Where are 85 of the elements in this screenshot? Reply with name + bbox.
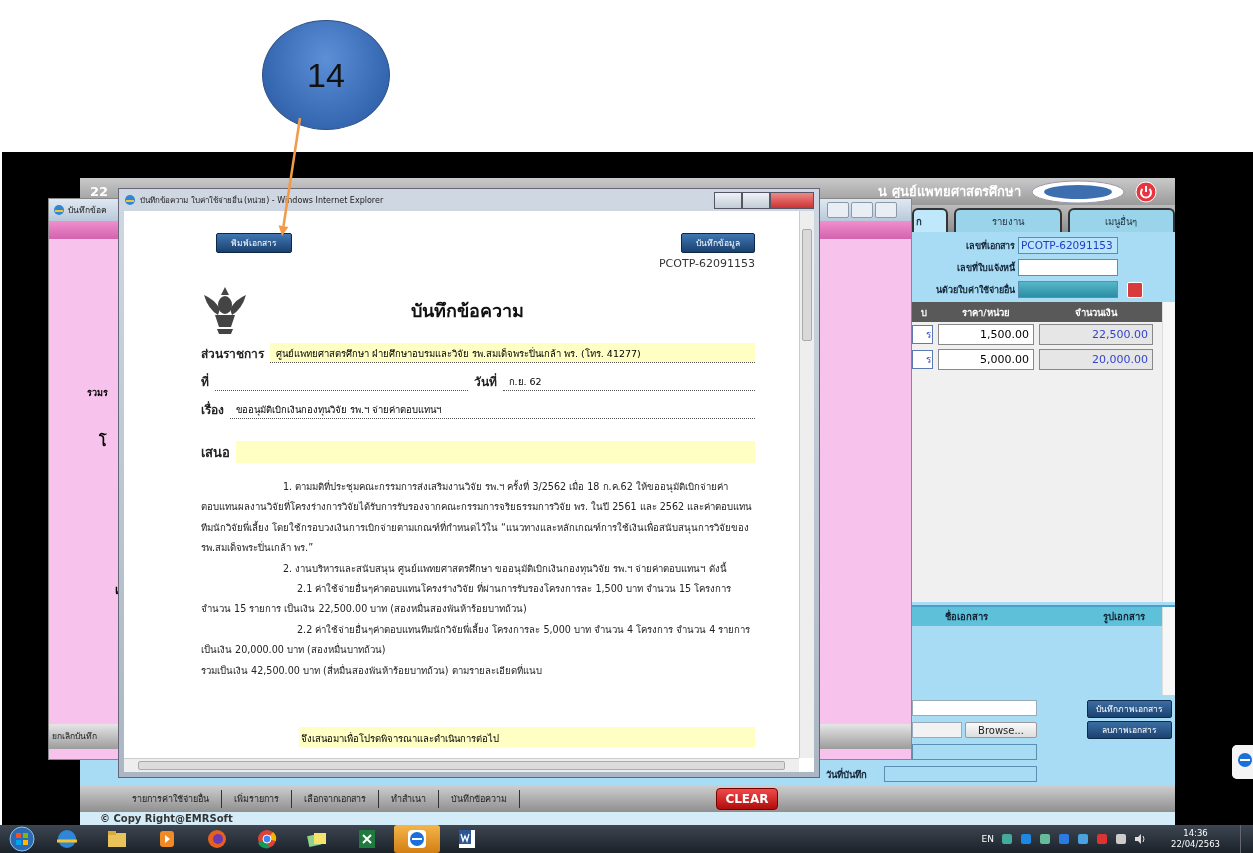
paragraph: 1. ตามมติที่ประชุมคณะกรรมการส่งเสริมงานวิจัย รพ.ฯ ครั้งที่ 3/2562 เมื่อ 18 ก.ค.62 ให้ขออนุมัติเบิกจ่ายค่าตอบแทนผลงานวิจัยที่โครงร่างการวิจัยได้รับการรับรองจากคณะกรรมการจริยธรรมการวิจัย พร. ในปี 2561 และ 2562 และค่าตอบแทนทีมนักวิจัยพี่เลี้ยง โดยใช้กรอบวงเงินการเบิกจ่ายตามเกณฑ์ที่กำหนดไว้ใน “แนวทางและหลักเกณฑ์การใช้เงินเพื่อสนับสนุนการวิจัยของ รพ.สมเด็จพระปิ่นเกล้า พร.” [201,479,754,556]
document-button[interactable]: ลบภาพเอกสาร [1087,721,1172,739]
scrollbar[interactable] [799,211,814,758]
paragraph: รวมเป็นเงิน 42,500.00 บาท (สี่หมื่นสองพันห้าร้อยบาทถ้วน) ตามรายละเอียดที่แนบ [201,663,543,678]
label-text: โ [99,431,107,451]
window-title: น ศูนย์แพทยศาสตรศึกษา [878,183,1021,201]
amount-field: 22,500.00 [1039,324,1153,345]
maximize-button[interactable] [742,191,770,209]
tray-icon[interactable] [1001,833,1013,845]
window-title: 22 [90,184,109,199]
browser-icon [53,204,65,216]
tray-icon[interactable] [1020,833,1032,845]
close-button[interactable] [875,202,897,218]
paragraph: 2.1 ค่าใช้จ่ายอื่นๆค่าตอบแทนโครงร่างวิจัย ที่ผ่านการรับรองโครงการละ 1,500 บาท จำนวน 15 โครงการ จำนวน 15 รายการ เป็นเงิน 22,500.00 บาท (สองหมื่นสองพันห้าร้อยบาทถ้วน) [201,581,733,617]
tray-icon[interactable] [1077,833,1089,845]
field-label: วันที่ [473,372,497,391]
document-button[interactable]: บันทึกภาพเอกสาร [1087,700,1172,718]
field-label: เรื่อง [201,400,224,419]
tray-icon[interactable] [1039,833,1051,845]
column-header: ราคา/หน่วย [961,305,1011,320]
language-indicator[interactable]: EN [981,834,994,844]
lookup-field[interactable] [1018,281,1118,298]
column-header: ชื่อเอกสาร [945,609,988,624]
column-header: รูปเอกสาร [1103,610,1145,624]
tab[interactable]: เมนูอื่นๆ [1067,208,1175,232]
close-button[interactable] [770,191,814,209]
scrollbar[interactable] [124,758,799,772]
text-field[interactable]: ขออนุมัติเบิกเงินกองทุนวิจัย รพ.ฯ จ่ายค่าตอบแทนฯ [230,399,755,419]
date-field[interactable] [884,766,1037,782]
field-label: นด้วยใบค่าใช้จ่ายอื่น [935,282,1015,297]
scrollbar[interactable] [1162,607,1175,695]
volume-icon[interactable] [1134,833,1146,845]
power-icon[interactable] [1135,180,1157,203]
field-label: ที่ [201,372,209,391]
amount-field: 20,000.00 [1039,349,1153,370]
field-label: เสนอ [201,443,231,462]
window-title: บันทึกข้อค [68,204,107,217]
browse-button[interactable]: Browse... [965,722,1037,738]
scrollbar[interactable] [1162,302,1175,602]
minimize-button[interactable] [714,191,742,209]
closing-text: จึงเสนอมาเพื่อโปรดพิจารณาและดำเนินการต่อไป [299,727,755,748]
column-header: บ [919,305,928,320]
clock-time[interactable]: 14:36 [1183,828,1208,839]
column-header: จำนวนเงิน [1074,305,1119,320]
field-label: เลขที่เอกสาร [965,238,1015,253]
paragraph: 2.2 ค่าใช้จ่ายอื่นๆค่าตอบแทนทีมนักวิจัยพี่เลี้ยง โครงการละ 5,000 บาท จำนวน 4 โครงการ จำนวน 4 รายการ เป็นเงิน 20,000.00 บาท (สองหมื่นบาทถ้วน) [201,622,752,658]
input-field[interactable] [912,744,1037,760]
input-field[interactable] [912,700,1037,716]
text-field[interactable]: ก.ย. 62 [502,371,755,391]
remote-control-icon[interactable] [394,825,440,853]
document-number-field[interactable]: PCOTP-62091153 [1018,237,1118,254]
save-button[interactable]: บันทึกข้อมูล [681,233,755,253]
unit-field[interactable]: ร [912,350,933,369]
tab[interactable]: รายงาน [954,208,1062,232]
file-field[interactable] [912,722,962,738]
unit-field[interactable]: ร [912,325,933,344]
print-button[interactable]: พิมพ์เอกสาร [216,233,292,253]
text-field[interactable]: ศูนย์แพทยศาสตรศึกษา ฝ่ายศึกษาอบรมและวิจัย รพ.สมเด็จพระปิ่นเกล้า พร. (โทร. 41277) [270,343,755,363]
price-field[interactable]: 1,500.00 [938,324,1034,345]
bottom-tab[interactable]: รายการค่าใช้จ่ายอื่น [130,789,222,808]
clear-button[interactable]: CLEAR [716,787,778,810]
label-text: รวมร [87,387,108,400]
cancel-button[interactable]: ยกเลิกบันทึก [52,731,97,741]
emblem-drawing [201,285,249,335]
copyright-text: © Copy Right@EMRSoft [80,812,1175,825]
bottom-tab[interactable]: เลือกจากเอกสาร [292,789,379,808]
delete-button[interactable] [1127,281,1143,298]
bottom-tab[interactable]: ทำสำเนา [379,789,439,808]
input-field[interactable] [1018,259,1118,276]
tab[interactable]: ก [912,208,948,232]
start-button[interactable] [8,825,36,853]
document-number: PCOTP-62091153 [657,257,755,270]
field-label: ส่วนราชการ [201,346,264,363]
remote-control-icon[interactable] [1232,745,1253,779]
browser-icon [124,194,136,206]
field-label: เลขที่ใบแจ้งหนี้ [956,260,1015,275]
price-field[interactable]: 5,000.00 [938,349,1034,370]
clock-date[interactable]: 22/04/2563 [1171,839,1220,850]
paragraph: 2. งานบริหารและสนับสนุน ศูนย์แพทยศาสตรศึกษา ขออนุมัติเบิกเงินกองทุนวิจัย รพ.ฯ จ่ายค่าตอบแทนฯ ดังนี้ [282,561,728,577]
field-label: วันที่บันทึก [826,766,868,782]
bottom-tab[interactable]: เพิ่มรายการ [222,789,292,808]
tray-icon[interactable] [1115,833,1127,845]
document-title: บันทึกข้อความ [409,298,525,323]
callout-badge: 14 [262,20,390,130]
bottom-tab[interactable]: บันทึกข้อความ [439,789,520,808]
